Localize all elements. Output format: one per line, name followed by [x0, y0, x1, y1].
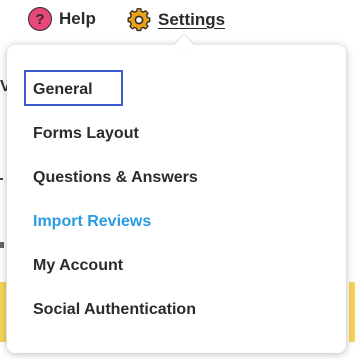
menu-item-my-account[interactable]: My Account — [33, 257, 123, 275]
menu-item-questions-answers[interactable]: Questions & Answers — [33, 169, 198, 187]
settings-dropdown-menu: General Forms Layout Questions & Answers… — [7, 35, 346, 353]
settings-link[interactable]: Settings — [126, 7, 225, 33]
menu-item-social-authentication[interactable]: Social Authentication — [33, 301, 196, 319]
page: V ? Help Settings General Forms Layout Q… — [0, 0, 355, 359]
menu-item-import-reviews[interactable]: Import Reviews — [33, 213, 151, 231]
settings-label: Settings — [158, 10, 226, 29]
menu-item-forms-layout[interactable]: Forms Layout — [33, 125, 139, 143]
help-circle-icon: ? — [28, 7, 52, 31]
help-label: Help — [59, 9, 96, 28]
background-mark — [0, 242, 4, 248]
top-nav: ? Help Settings — [0, 0, 355, 40]
background-banner-right — [349, 282, 355, 342]
background-divider — [0, 178, 3, 180]
menu-item-general[interactable]: General — [24, 70, 123, 106]
help-link[interactable]: ? Help — [28, 7, 96, 31]
gear-icon — [126, 7, 152, 33]
background-banner-left — [0, 282, 6, 342]
